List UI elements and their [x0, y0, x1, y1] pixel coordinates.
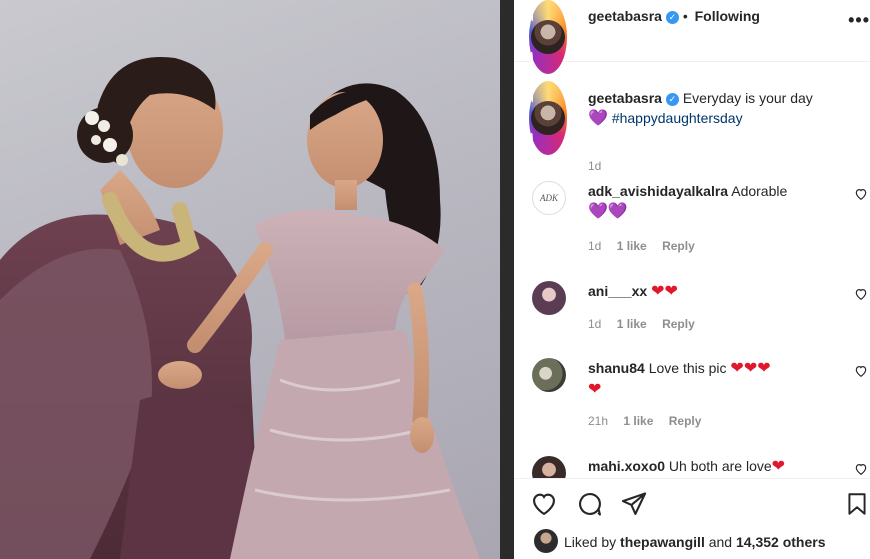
- reply-button[interactable]: Reply: [662, 239, 695, 253]
- likes-count[interactable]: 14,352 others: [736, 534, 826, 550]
- header-user: geetabasra ✓ • Following: [588, 8, 760, 24]
- caption-avatar[interactable]: [529, 81, 567, 155]
- comment-author[interactable]: mahi.xoxo0: [588, 458, 665, 474]
- likes-summary: Liked by thepawangill and 14,352 others: [514, 526, 870, 559]
- comment-author[interactable]: ani___xx: [588, 283, 647, 299]
- comment-author[interactable]: shanu84: [588, 360, 645, 376]
- save-icon[interactable]: [844, 490, 870, 523]
- post-header: geetabasra ✓ • Following •••: [514, 0, 870, 74]
- comment-body: Love this pic: [648, 360, 727, 376]
- like-comment-icon[interactable]: [854, 364, 868, 383]
- comment-avatar[interactable]: [532, 456, 566, 478]
- comment-meta: 1d 1 like Reply: [588, 317, 695, 331]
- comment-avatar[interactable]: ADK: [532, 181, 566, 215]
- comment-meta: 1d 1 like Reply: [588, 239, 695, 253]
- caption-time: 1d: [588, 159, 602, 173]
- purple-heart-icon: 💜: [588, 110, 608, 127]
- comment-likes[interactable]: 1 like: [623, 414, 653, 428]
- more-options-icon[interactable]: •••: [848, 10, 870, 31]
- share-icon[interactable]: [620, 490, 648, 523]
- header-bullet: •: [682, 8, 688, 24]
- caption-body: Everyday is your day: [682, 90, 813, 106]
- comment-text: mahi.xoxo0 Uh both are love❤: [588, 456, 818, 477]
- photo-divider: [500, 0, 514, 559]
- comment-time: 21h: [588, 414, 609, 428]
- purple-heart-icon: 💜💜: [588, 203, 628, 220]
- comment-body: Adorable: [731, 183, 788, 199]
- comments-list[interactable]: geetabasra ✓ Everyday is your day 💜 #happ…: [514, 63, 870, 478]
- likes-prefix: Liked by: [564, 534, 617, 550]
- comment-body: Uh both are love: [668, 458, 772, 474]
- liker-avatar[interactable]: [534, 529, 558, 553]
- like-comment-icon[interactable]: [854, 187, 868, 206]
- verified-icon: ✓: [665, 93, 679, 106]
- caption-author[interactable]: geetabasra: [588, 90, 662, 106]
- author-username[interactable]: geetabasra: [588, 8, 662, 24]
- comment-time: 1d: [588, 239, 602, 253]
- comment-avatar[interactable]: [532, 358, 566, 392]
- photo-illustration: [0, 56, 480, 559]
- like-icon[interactable]: [530, 490, 558, 523]
- red-heart-icon: ❤: [588, 381, 602, 398]
- verified-icon: ✓: [665, 11, 679, 24]
- caption-text: geetabasra ✓ Everyday is your day 💜 #happ…: [588, 88, 848, 129]
- following-button[interactable]: Following: [695, 8, 760, 24]
- hashtag-link[interactable]: #happydaughtersday: [612, 110, 743, 126]
- post-photo[interactable]: [0, 0, 500, 559]
- red-heart-icon: ❤: [771, 458, 786, 475]
- comment-text: adk_avishidayalkalra Adorable 💜💜: [588, 181, 818, 222]
- liker-username[interactable]: thepawangill: [620, 534, 705, 550]
- comment-text: shanu84 Love this pic ❤❤❤ ❤: [588, 358, 818, 400]
- comment-avatar[interactable]: [532, 281, 566, 315]
- reply-button[interactable]: Reply: [669, 414, 702, 428]
- likes-text: Liked by thepawangill and 14,352 others: [564, 534, 825, 550]
- post-side-panel: geetabasra ✓ • Following ••• geetabasra ✓ …: [514, 0, 870, 559]
- red-heart-icon: ❤❤❤: [730, 360, 771, 377]
- comment-icon[interactable]: [576, 490, 604, 523]
- red-heart-icon: ❤❤: [651, 283, 678, 300]
- like-comment-icon[interactable]: [854, 287, 868, 306]
- comment-likes[interactable]: 1 like: [617, 239, 647, 253]
- like-comment-icon[interactable]: [854, 462, 868, 478]
- comment-time: 1d: [588, 317, 602, 331]
- comment-author[interactable]: adk_avishidayalkalra: [588, 183, 728, 199]
- comment-meta: 21h 1 like Reply: [588, 414, 701, 428]
- comment-text: ani___xx ❤❤: [588, 281, 818, 302]
- reply-button[interactable]: Reply: [662, 317, 695, 331]
- comment-likes[interactable]: 1 like: [617, 317, 647, 331]
- likes-and: and: [708, 534, 733, 550]
- action-bar: [514, 478, 870, 530]
